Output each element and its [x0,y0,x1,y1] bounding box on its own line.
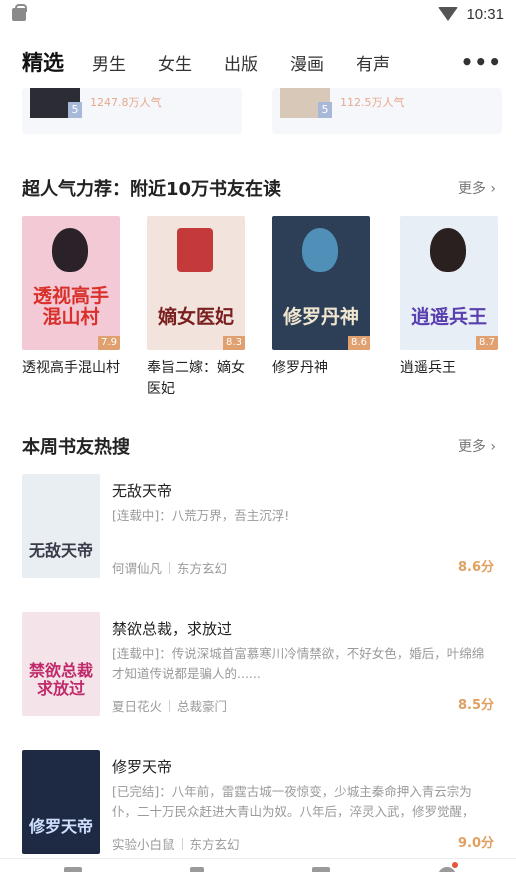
peek-card[interactable]: 5 1247.8万人气 [22,88,242,134]
tab-comics[interactable]: 漫画 [290,50,324,75]
category-icon[interactable] [312,867,330,872]
score: 8.6分 [457,560,494,575]
cover-title-text: 无敌天帝 [28,541,93,560]
shopping-bag-icon [12,3,27,21]
status-left [12,3,27,21]
cover-title-text: 透视高手混山村 [32,285,109,328]
divider [169,699,171,712]
cover-title-text: 逍遥兵王 [410,306,487,328]
book-cover: 无敌天帝 [22,474,100,578]
cover-illustration [177,228,213,272]
list-item[interactable]: 禁欲总裁求放过 禁欲总裁，求放过 [连载中]：传说深城首富慕寒川冷情禁欲，不好女… [22,612,496,718]
more-link[interactable]: 更多 › [458,436,496,456]
genre: 东方玄幻 [177,561,228,576]
author: 夏日花火 [112,699,163,714]
list-item[interactable]: 无敌天帝 无敌天帝 [连载中]：八荒万界，吾主沉浮! 何谓仙凡 东方玄幻 8.6… [22,474,496,580]
book-title: 逍遥兵王 [400,360,456,376]
score-badge: 7.9 [98,336,120,350]
score: 8.5分 [457,698,494,713]
discover-icon[interactable] [190,867,204,872]
cover-title-text: 修罗天帝 [28,817,93,836]
status-bar: 10:31 [0,0,516,28]
book-title: 修罗天帝 [112,758,173,776]
category-tabs: 精选 男生 女生 出版 漫画 有声 ••• [0,36,516,88]
cover-illustration [430,228,466,272]
tab-female[interactable]: 女生 [158,50,192,75]
list-item[interactable]: 修罗天帝 修罗天帝 [已完结]：八年前，雷霆古城一夜惊变，少城主秦命押入青云宗为… [22,750,496,856]
divider [181,837,183,850]
book-meta: 何谓仙凡 东方玄幻 [112,558,227,577]
cover-title-text: 嫡女医妃 [157,306,234,328]
tab-audio[interactable]: 有声 [356,50,390,75]
rank-badge: 5 [318,102,332,118]
book-card[interactable]: 修罗丹神 8.6 修罗丹神 [272,216,370,379]
book-cover: 修罗天帝 [22,750,100,854]
book-cover: 逍遥兵王 8.7 [400,216,498,350]
book-title: 奉旨二嫁：嫡女医妃 [147,360,245,397]
book-meta: 夏日花火 总裁豪门 [112,696,227,715]
popularity-text: 1247.8万人气 [90,96,162,109]
tab-publishing[interactable]: 出版 [224,50,258,75]
bookshelf-icon[interactable] [64,867,82,872]
score-badge: 8.6 [348,336,370,350]
author: 实验小白鼠 [112,837,175,852]
ranking-peek-row: 5 1247.8万人气 5 112.5万人气 [22,88,502,134]
book-card[interactable]: 逍遥兵王 8.7 逍遥兵王 [400,216,498,379]
cover-illustration [52,228,88,272]
book-cover: 禁欲总裁求放过 [22,612,100,716]
tab-male[interactable]: 男生 [92,50,126,75]
book-card[interactable]: 嫡女医妃 8.3 奉旨二嫁：嫡女医妃 [147,216,245,400]
weekly-section-header: 本周书友热搜 更多 › [22,433,496,459]
book-cover: 透视高手混山村 7.9 [22,216,120,350]
recommend-section-header: 超人气力荐：附近10万书友在读 更多 › [22,175,496,201]
book-cover: 修罗丹神 8.6 [272,216,370,350]
book-meta: 实验小白鼠 东方玄幻 [112,834,240,853]
peek-card[interactable]: 5 112.5万人气 [272,88,502,134]
book-description: [已完结]：八年前，雷霆古城一夜惊变，少城主秦命押入青云宗为仆，二十万民众赶进大… [112,784,475,819]
genre: 总裁豪门 [177,699,228,714]
more-options-icon[interactable]: ••• [461,50,502,74]
book-title: 透视高手混山村 [22,360,120,376]
more-link[interactable]: 更多 › [458,178,496,198]
book-cover: 嫡女医妃 8.3 [147,216,245,350]
divider [169,561,171,574]
tab-featured[interactable]: 精选 [22,47,64,77]
bottom-nav [0,858,516,872]
cover-title-text: 禁欲总裁求放过 [28,661,93,698]
rank-badge: 5 [68,102,82,118]
section-title: 超人气力荐：附近10万书友在读 [22,179,282,200]
cover-title-text: 修罗丹神 [282,306,359,328]
popularity-text: 112.5万人气 [340,96,405,109]
section-title: 本周书友热搜 [22,437,130,458]
genre: 东方玄幻 [189,837,240,852]
book-description: [连载中]：传说深城首富慕寒川冷情禁欲，不好女色，婚后，叶绵绵才知道传说都是骗人… [112,646,485,681]
book-description: [连载中]：八荒万界，吾主沉浮! [112,508,290,523]
score-badge: 8.7 [476,336,498,350]
book-title: 无敌天帝 [112,482,173,500]
status-right: 10:31 [438,6,504,23]
cover-illustration [302,228,338,272]
author: 何谓仙凡 [112,561,163,576]
score: 9.0分 [457,836,494,851]
book-title: 修罗丹神 [272,360,328,376]
book-title: 禁欲总裁，求放过 [112,620,233,638]
status-time: 10:31 [466,5,504,23]
notification-dot-icon [452,862,458,868]
score-badge: 8.3 [223,336,245,350]
wifi-icon [438,7,459,21]
recommend-grid: 透视高手混山村 7.9 透视高手混山村 嫡女医妃 8.3 奉旨二嫁：嫡女医妃 修… [22,216,502,406]
book-card[interactable]: 透视高手混山村 7.9 透视高手混山村 [22,216,120,379]
